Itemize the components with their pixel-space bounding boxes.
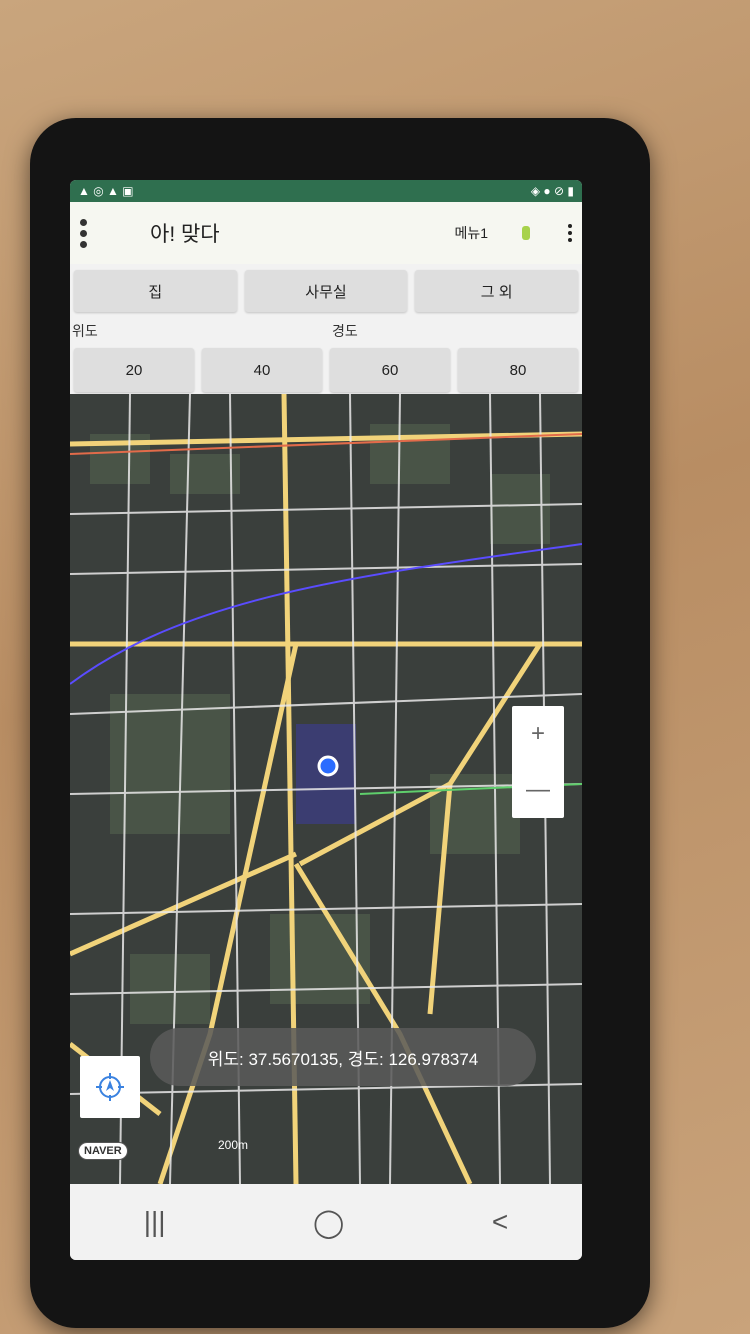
coord-labels: 위도 경도 <box>70 318 582 344</box>
office-button[interactable]: 사무실 <box>244 270 408 312</box>
overflow-menu-icon[interactable] <box>568 224 572 242</box>
status-bar: ▲ ◎ ▲ ▣ ◈ ● ⊘ ▮ <box>70 180 582 202</box>
zoom-in-button[interactable]: + <box>531 720 545 748</box>
number-button-60[interactable]: 60 <box>330 348 450 392</box>
recent-apps-button[interactable]: ||| <box>144 1206 166 1238</box>
locate-icon <box>96 1073 124 1101</box>
other-button[interactable]: 그 외 <box>415 270 579 312</box>
number-button-20[interactable]: 20 <box>74 348 194 392</box>
status-left-icons: ▲ ◎ ▲ ▣ <box>78 184 134 198</box>
drawer-menu-icon[interactable] <box>80 218 90 248</box>
home-nav-button[interactable]: ◯ <box>313 1206 344 1239</box>
app-title: 아! 맞다 <box>150 223 220 246</box>
latitude-label: 위도 <box>72 323 98 339</box>
home-button[interactable]: 집 <box>74 270 237 312</box>
app-bar: 아! 맞다 메뉴1 <box>70 202 582 264</box>
zoom-out-button[interactable]: — <box>526 776 550 804</box>
back-button[interactable]: < <box>492 1206 508 1238</box>
scale-label: 200m <box>218 1138 249 1152</box>
naver-logo[interactable]: NAVER <box>78 1142 128 1160</box>
bulb-icon[interactable] <box>522 226 530 240</box>
coordinate-toast: 위도: 37.5670135, 경도: 126.978374 <box>150 1028 536 1086</box>
menu1-button[interactable]: 메뉴1 <box>454 223 488 243</box>
number-button-80[interactable]: 80 <box>458 348 578 392</box>
system-nav-bar: ||| ◯ < <box>70 1184 582 1260</box>
number-buttons-row: 20 40 60 80 <box>70 344 582 400</box>
satellite-map[interactable]: + — 위도: 37.5670135, 경도: 126.978374 NAVER… <box>70 394 582 1184</box>
screen: ▲ ◎ ▲ ▣ ◈ ● ⊘ ▮ 아! 맞다 메뉴1 집 사무실 그 외 위도 경… <box>70 180 582 1260</box>
status-right-icons: ◈ ● ⊘ ▮ <box>530 184 574 198</box>
current-location-button[interactable] <box>80 1056 140 1118</box>
place-buttons-row: 집 사무실 그 외 <box>70 264 582 318</box>
number-button-40[interactable]: 40 <box>202 348 322 392</box>
longitude-label: 경도 <box>332 323 358 339</box>
zoom-control: + — <box>512 706 564 818</box>
